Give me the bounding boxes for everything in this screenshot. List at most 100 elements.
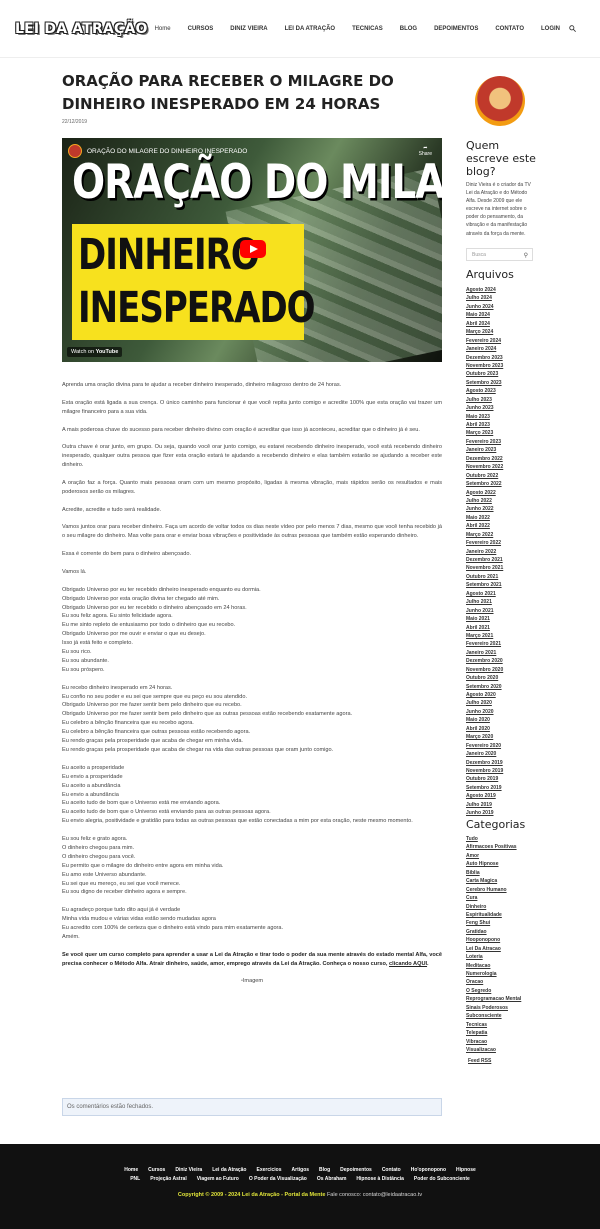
watch-on-youtube-button[interactable]: Watch on YouTube (67, 347, 123, 357)
archive-item[interactable]: Fevereiro 2024 (466, 337, 503, 345)
archive-item[interactable]: Agosto 2022 (466, 489, 503, 497)
archive-item[interactable]: Novembro 2022 (466, 463, 503, 471)
footer-nav-link[interactable]: Cursos (148, 1167, 165, 1173)
archive-item[interactable]: Março 2022 (466, 531, 503, 539)
archive-item[interactable]: Fevereiro 2020 (466, 742, 503, 750)
category-item[interactable]: Feng Shui (466, 919, 521, 927)
footer-nav-link[interactable]: Projeção Astral (150, 1176, 187, 1182)
category-item[interactable]: Afirmacoes Positivas (466, 843, 521, 851)
archive-item[interactable]: Maio 2021 (466, 615, 503, 623)
nav-depoimentos[interactable]: DEPOIMENTOS (434, 26, 478, 32)
archive-item[interactable]: Setembro 2023 (466, 379, 503, 387)
archive-item[interactable]: Fevereiro 2021 (466, 640, 503, 648)
archive-item[interactable]: Novembro 2023 (466, 362, 503, 370)
archive-item[interactable]: Dezembro 2020 (466, 657, 503, 665)
play-button-icon[interactable] (240, 240, 266, 258)
archive-item[interactable]: Março 2024 (466, 328, 503, 336)
archive-item[interactable]: Fevereiro 2022 (466, 539, 503, 547)
archive-item[interactable]: Julho 2023 (466, 396, 503, 404)
footer-nav-link[interactable]: Exercicios (257, 1167, 282, 1173)
archive-item[interactable]: Agosto 2023 (466, 387, 503, 395)
archive-item[interactable]: Março 2023 (466, 429, 503, 437)
archive-item[interactable]: Junho 2022 (466, 505, 503, 513)
archive-item[interactable]: Março 2020 (466, 733, 503, 741)
archive-item[interactable]: Junho 2023 (466, 404, 503, 412)
footer-nav-link[interactable]: PNL (130, 1176, 140, 1182)
footer-nav-link[interactable]: Hipnose (456, 1167, 476, 1173)
category-item[interactable]: Biblia (466, 869, 521, 877)
footer-nav-link[interactable]: Depoimentos (340, 1167, 372, 1173)
archive-item[interactable]: Fevereiro 2023 (466, 438, 503, 446)
category-item[interactable]: Hooponopono (466, 936, 521, 944)
archive-item[interactable]: Dezembro 2022 (466, 455, 503, 463)
archive-item[interactable]: Junho 2024 (466, 303, 503, 311)
archive-item[interactable]: Outubro 2021 (466, 573, 503, 581)
nav-contato[interactable]: CONTATO (495, 26, 524, 32)
archive-item[interactable]: Abril 2023 (466, 421, 503, 429)
video-title[interactable]: ORAÇÃO DO MILAGRE DO DINHEIRO INESPERADO (87, 148, 247, 155)
category-item[interactable]: Tecnicas (466, 1021, 521, 1029)
archive-item[interactable]: Julho 2024 (466, 294, 503, 302)
category-item[interactable]: Cura (466, 894, 521, 902)
archive-item[interactable]: Abril 2020 (466, 725, 503, 733)
archive-item[interactable]: Março 2021 (466, 632, 503, 640)
archive-item[interactable]: Outubro 2019 (466, 775, 503, 783)
archive-item[interactable]: Junho 2021 (466, 607, 503, 615)
archive-item[interactable]: Julho 2020 (466, 699, 503, 707)
category-item[interactable]: Dinheiro (466, 903, 521, 911)
category-item[interactable]: Reprogramacao Mental (466, 995, 521, 1003)
archive-item[interactable]: Julho 2021 (466, 598, 503, 606)
category-item[interactable]: Vibracao (466, 1038, 521, 1046)
search-icon[interactable]: ⚲ (524, 252, 528, 259)
archive-item[interactable]: Julho 2019 (466, 801, 503, 809)
site-logo[interactable]: LEI DA ATRAÇÃO (15, 21, 148, 37)
footer-nav-link[interactable]: Ho'oponopono (411, 1167, 446, 1173)
archive-item[interactable]: Abril 2021 (466, 624, 503, 632)
category-item[interactable]: Telepatia (466, 1029, 521, 1037)
footer-nav-link[interactable]: Blog (319, 1167, 330, 1173)
archive-item[interactable]: Abril 2022 (466, 522, 503, 530)
archive-item[interactable]: Outubro 2020 (466, 674, 503, 682)
category-item[interactable]: Lei Da Atracao (466, 945, 521, 953)
cta-link[interactable]: clicando AQUI (389, 961, 427, 967)
archive-item[interactable]: Agosto 2024 (466, 286, 503, 294)
nav-blog[interactable]: BLOG (400, 26, 417, 32)
category-item[interactable]: Gratidao (466, 928, 521, 936)
archive-item[interactable]: Janeiro 2024 (466, 345, 503, 353)
archive-item[interactable]: Maio 2020 (466, 716, 503, 724)
footer-nav-link[interactable]: O Poder da Visualização (249, 1176, 307, 1182)
archive-item[interactable]: Novembro 2019 (466, 767, 503, 775)
archive-item[interactable]: Dezembro 2023 (466, 354, 503, 362)
nav-cursos[interactable]: CURSOS (188, 26, 214, 32)
category-item[interactable]: Subconsciente (466, 1012, 521, 1020)
category-item[interactable]: Amor (466, 852, 521, 860)
archive-item[interactable]: Novembro 2020 (466, 666, 503, 674)
category-item[interactable]: Visualizacao (466, 1046, 521, 1054)
footer-nav-link[interactable]: Poder do Subconciente (414, 1176, 470, 1182)
category-item[interactable]: Auto Hipnose (466, 860, 521, 868)
footer-nav-link[interactable]: Artigos (292, 1167, 310, 1173)
archive-item[interactable]: Junho 2019 (466, 809, 503, 817)
nav-diniz-vieira[interactable]: DINIZ VIEIRA (230, 26, 267, 32)
nav-home[interactable]: Home (155, 26, 171, 32)
nav-tecnicas[interactable]: TECNICAS (352, 26, 383, 32)
category-item[interactable]: Numerologia (466, 970, 521, 978)
search-icon[interactable] (569, 25, 576, 32)
feed-rss-link[interactable]: Feed RSS (468, 1058, 491, 1064)
category-item[interactable]: Meditacao (466, 962, 521, 970)
archive-item[interactable]: Setembro 2021 (466, 581, 503, 589)
nav-lei-da-atracao[interactable]: LEI DA ATRAÇÃO (285, 26, 335, 32)
category-item[interactable]: Cerebro Humano (466, 886, 521, 894)
footer-nav-link[interactable]: Lei da Atração (212, 1167, 246, 1173)
category-item[interactable]: Sinais Poderosos (466, 1004, 521, 1012)
archive-item[interactable]: Julho 2022 (466, 497, 503, 505)
archive-item[interactable]: Agosto 2021 (466, 590, 503, 598)
category-item[interactable]: Tudo (466, 835, 521, 843)
archive-item[interactable]: Setembro 2019 (466, 784, 503, 792)
archive-item[interactable]: Janeiro 2022 (466, 548, 503, 556)
archive-item[interactable]: Dezembro 2019 (466, 759, 503, 767)
archive-item[interactable]: Maio 2024 (466, 311, 503, 319)
footer-nav-link[interactable]: Home (124, 1167, 138, 1173)
sidebar-search-input[interactable]: Busca ⚲ (466, 248, 533, 261)
category-item[interactable]: O Segredo (466, 987, 521, 995)
